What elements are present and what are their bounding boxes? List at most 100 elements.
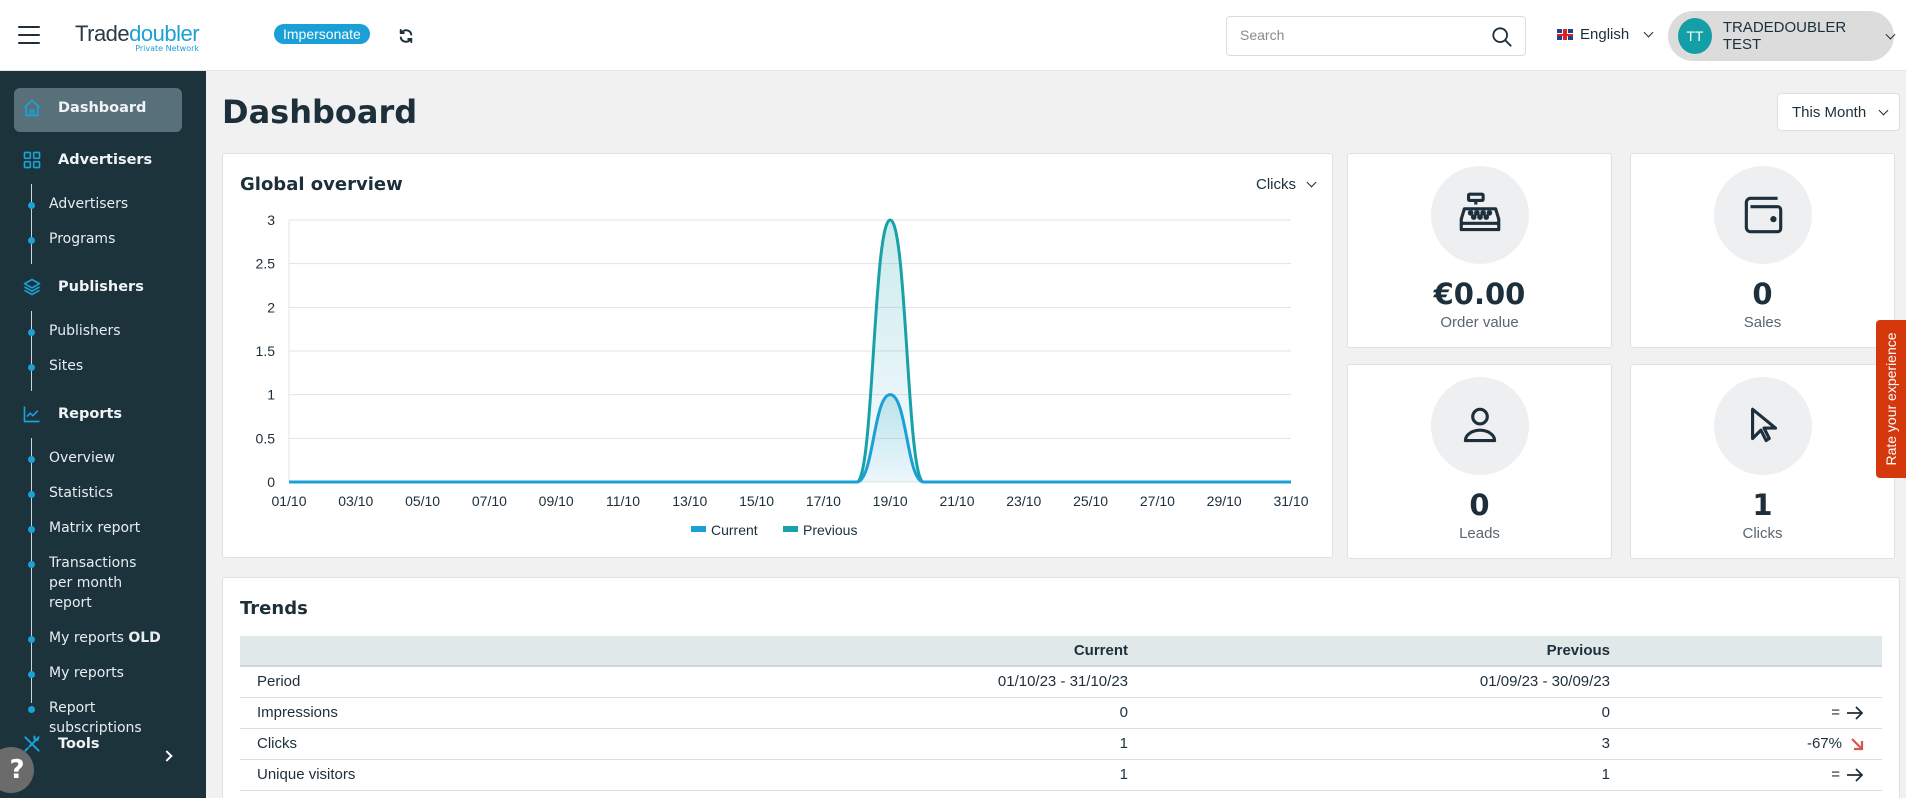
sidebar-dashboard-link[interactable]: Dashboard: [22, 98, 146, 118]
sidebar-group-tools[interactable]: Tools: [22, 734, 100, 754]
menu-icon[interactable]: [18, 26, 40, 44]
sidebar-group-label: Tools: [58, 736, 100, 752]
trend-text: =: [1831, 766, 1840, 783]
sidebar-item-advertisers[interactable]: Advertisers: [32, 194, 128, 214]
arrow-right-icon: [1846, 768, 1864, 782]
kpi-value: 1: [1631, 488, 1894, 522]
period-select[interactable]: This Month: [1777, 93, 1900, 131]
row-label: Impressions: [240, 697, 640, 728]
legend-swatch-current: [691, 526, 706, 532]
sidebar-item-programs[interactable]: Programs: [32, 229, 128, 249]
sidebar-group-label: Publishers: [58, 279, 144, 295]
kpi-card-order-value: €0.00 Order value: [1347, 153, 1612, 348]
sidebar-group-publishers[interactable]: Publishers: [22, 277, 144, 297]
search-box: [1226, 16, 1526, 56]
sidebar: Dashboard Advertisers Advertisers Progra…: [0, 71, 206, 798]
impersonate-button[interactable]: Impersonate: [274, 24, 370, 44]
grid-icon: [22, 150, 42, 170]
logo[interactable]: Tradedoubler Private Network: [75, 22, 199, 53]
top-bar: Tradedoubler Private Network Impersonate…: [0, 0, 1906, 71]
sidebar-item-statistics[interactable]: Statistics: [32, 483, 162, 503]
arrow-down-right-icon: [1850, 737, 1864, 751]
table-row: Unique visitors 1 1 =: [240, 759, 1882, 790]
chevron-down-icon: [1886, 29, 1896, 39]
sidebar-item-publishers[interactable]: Publishers: [32, 321, 121, 341]
x-tick-label: 23/10: [1006, 493, 1041, 509]
current-value: 01/10/23 - 31/10/23: [640, 666, 1128, 697]
table-row: Impressions 0 0 =: [240, 697, 1882, 728]
search-icon[interactable]: [1491, 26, 1513, 48]
refresh-icon[interactable]: [397, 27, 415, 45]
y-tick-label: 0.5: [256, 430, 276, 446]
sidebar-item-overview[interactable]: Overview: [32, 448, 162, 468]
wallet-icon: [1738, 190, 1788, 240]
kpi-card-leads: 0 Leads: [1347, 364, 1612, 559]
home-icon: [22, 98, 42, 118]
kpi-value: 0: [1631, 277, 1894, 311]
y-tick-label: 1: [267, 387, 275, 403]
table-row: Clicks 1 3 -67%: [240, 728, 1882, 759]
x-tick-label: 15/10: [739, 493, 774, 509]
row-label: Clicks: [240, 728, 640, 759]
legend-label-previous: Previous: [803, 522, 857, 538]
language-label: English: [1580, 26, 1629, 43]
current-value: 1: [640, 759, 1128, 790]
trend-text: -67%: [1807, 735, 1842, 752]
uk-flag-icon: [1557, 29, 1573, 40]
kpi-label: Clicks: [1631, 525, 1894, 542]
kpi-label: Leads: [1348, 525, 1611, 542]
sidebar-group-advertisers[interactable]: Advertisers: [22, 150, 152, 170]
y-tick-label: 2: [267, 299, 275, 315]
trend-value: [1610, 666, 1882, 697]
table-header-row: Current Previous: [240, 636, 1882, 666]
column-header-current: Current: [640, 636, 1128, 666]
sidebar-group-label: Reports: [58, 406, 122, 422]
previous-value: 1: [1128, 759, 1610, 790]
layers-icon: [22, 277, 42, 297]
kpi-label: Sales: [1631, 314, 1894, 331]
column-header-previous: Previous: [1128, 636, 1610, 666]
y-tick-label: 0: [267, 474, 275, 490]
trend-value: =: [1610, 759, 1882, 790]
kpi-value: €0.00: [1348, 277, 1611, 311]
sidebar-item-matrix-report[interactable]: Matrix report: [32, 518, 162, 538]
user-icon: [1455, 401, 1505, 451]
sidebar-item-my-reports-old[interactable]: My reports OLD: [32, 628, 162, 648]
row-label: Period: [240, 666, 640, 697]
rate-experience-button[interactable]: Rate your experience: [1876, 320, 1906, 478]
legend-label-current: Current: [711, 522, 758, 538]
kpi-card-sales: 0 Sales: [1630, 153, 1895, 348]
x-tick-label: 13/10: [672, 493, 707, 509]
cursor-icon: [1738, 401, 1788, 451]
sidebar-item-my-reports[interactable]: My reports: [32, 663, 162, 683]
current-value: 1: [640, 728, 1128, 759]
sidebar-group-reports[interactable]: Reports: [22, 404, 122, 424]
search-input[interactable]: [1240, 27, 1480, 43]
x-tick-label: 21/10: [939, 493, 974, 509]
reports-submenu: Overview Statistics Matrix report Transa…: [31, 438, 162, 703]
page-title: Dashboard: [222, 93, 417, 131]
chart-line-icon: [22, 404, 42, 424]
old-badge: OLD: [128, 630, 160, 646]
x-tick-label: 31/10: [1273, 493, 1308, 509]
sidebar-item-transactions-per-month[interactable]: Transactions per month report: [32, 553, 162, 613]
legend-swatch-previous: [783, 526, 798, 532]
y-tick-label: 3: [267, 212, 275, 228]
x-tick-label: 25/10: [1073, 493, 1108, 509]
sidebar-item-sites[interactable]: Sites: [32, 356, 121, 376]
x-tick-label: 11/10: [606, 493, 640, 509]
trends-table: Current Previous Period 01/10/23 - 31/10…: [240, 636, 1882, 791]
arrow-right-icon: [1846, 706, 1864, 720]
trend-text: =: [1831, 704, 1840, 721]
sidebar-item-report-subscriptions[interactable]: Report subscriptions: [32, 698, 142, 738]
x-tick-label: 09/10: [539, 493, 574, 509]
chevron-right-icon[interactable]: [161, 750, 172, 761]
period-select-value: This Month: [1792, 104, 1866, 121]
y-tick-label: 1.5: [256, 343, 276, 359]
trend-value: -67%: [1610, 728, 1882, 759]
x-tick-label: 03/10: [338, 493, 373, 509]
kpi-card-clicks: 1 Clicks: [1630, 364, 1895, 559]
language-selector[interactable]: English: [1557, 26, 1652, 43]
table-row: Period 01/10/23 - 31/10/23 01/09/23 - 30…: [240, 666, 1882, 697]
user-menu[interactable]: TT TRADEDOUBLER TEST: [1668, 11, 1894, 61]
